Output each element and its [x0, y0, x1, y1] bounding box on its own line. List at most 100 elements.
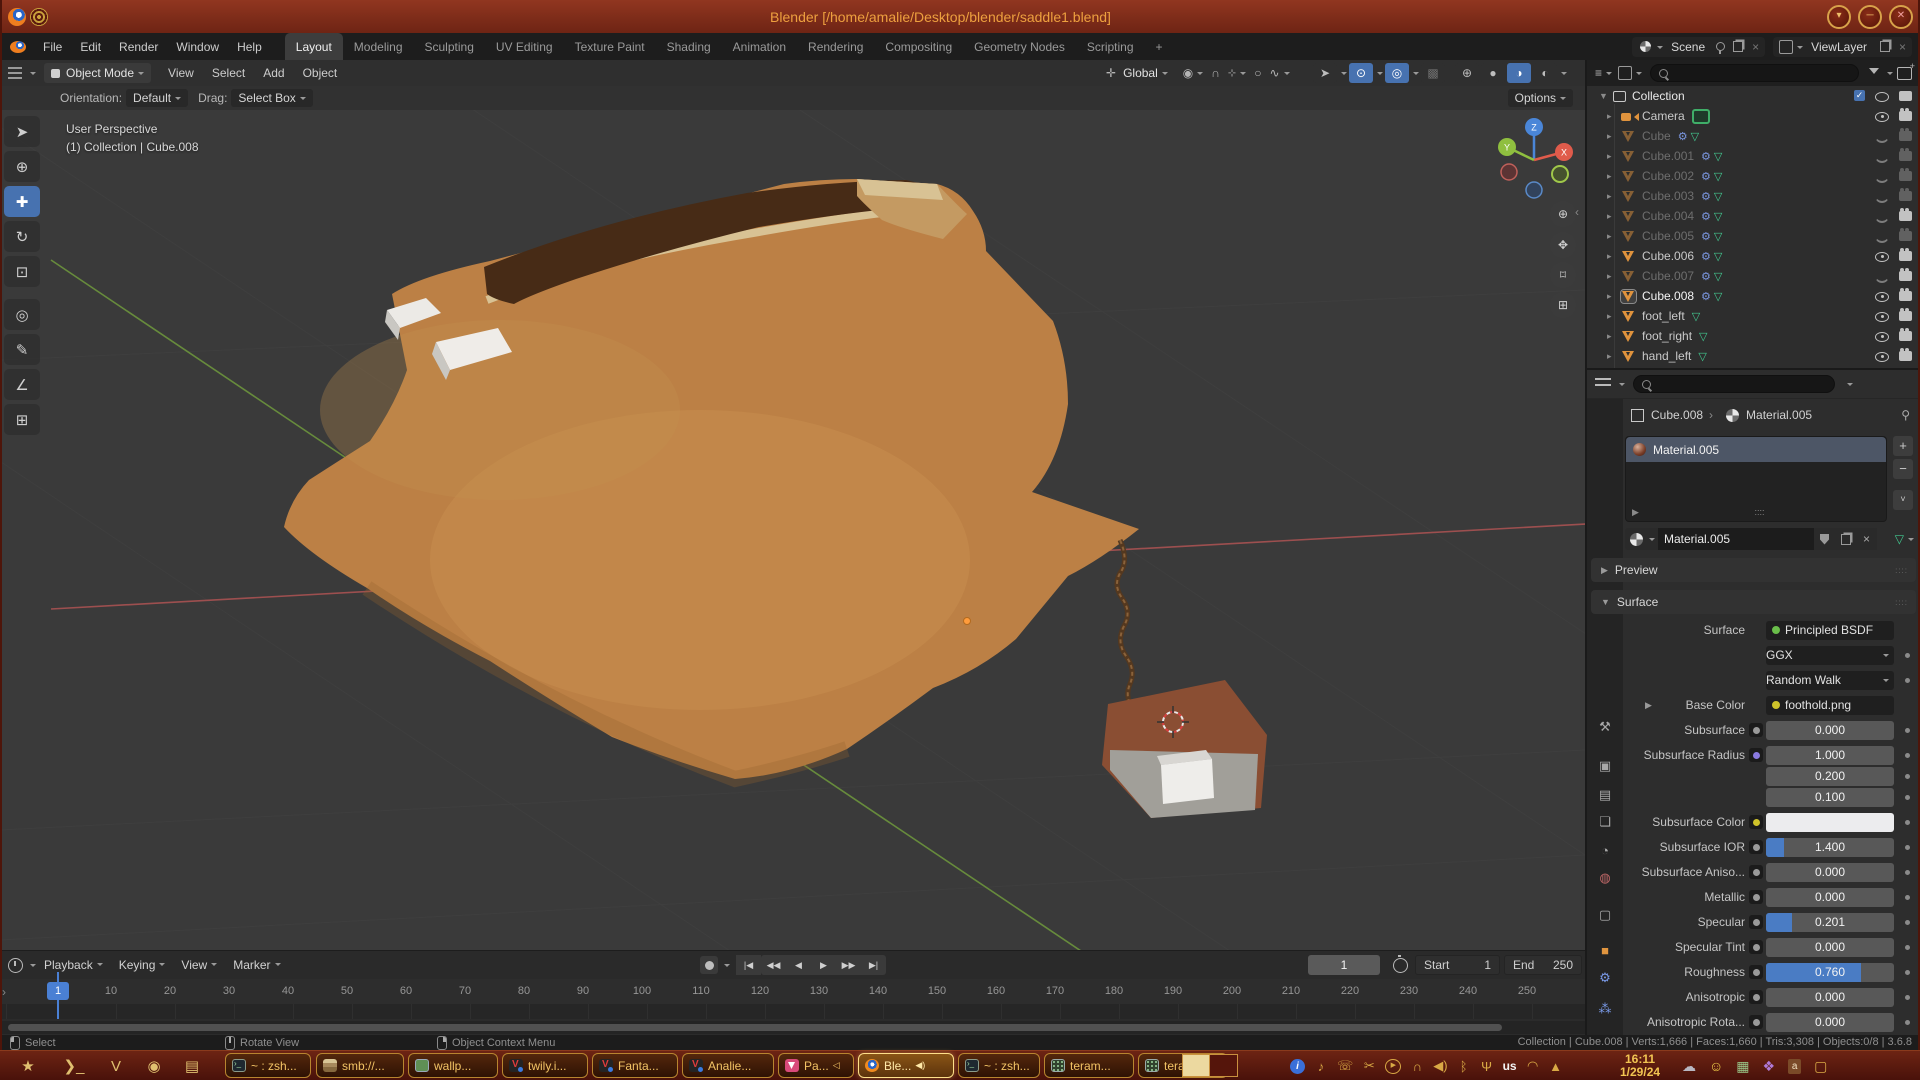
rendered-shading-icon[interactable]: ◐	[1533, 63, 1557, 83]
property-row[interactable]: ▶ Roughness 0.760	[1623, 962, 1920, 982]
use-preview-range-icon[interactable]	[1393, 958, 1408, 973]
hide-eye-icon[interactable]	[1875, 234, 1889, 243]
hide-eye-icon[interactable]	[1875, 174, 1889, 183]
animate-dot-icon[interactable]	[1905, 995, 1910, 1000]
ortho-grid-icon[interactable]: ⊞	[1550, 292, 1576, 318]
link-mesh-icon[interactable]: ▽	[1895, 532, 1904, 546]
property-row[interactable]: ▶ Subsurface IOR 1.400	[1623, 837, 1920, 857]
auto-key-record-icon[interactable]	[700, 956, 718, 974]
outliner-row[interactable]: ▸ Cube.006 ⚙ ▽	[1587, 246, 1920, 266]
property-row[interactable]: ▶ Anisotropic Rota... 0.000	[1623, 1012, 1920, 1032]
tray-icon[interactable]: i	[1290, 1059, 1305, 1074]
transport-button[interactable]: ◀◀	[761, 955, 786, 975]
hide-eye-icon[interactable]	[1875, 194, 1889, 203]
expand-arrow-icon[interactable]: ▸	[1607, 211, 1621, 222]
render-visibility-icon[interactable]	[1899, 91, 1912, 101]
material-slot-list[interactable]: Material.005 ▶ ::::	[1625, 436, 1887, 522]
current-frame-marker[interactable]: 1	[47, 982, 69, 1000]
unlink-material-icon[interactable]: ×	[1856, 528, 1877, 550]
outliner-row[interactable]: ▸ Cube.005 ⚙ ▽	[1587, 226, 1920, 246]
zoom-icon[interactable]: ⊕	[1550, 201, 1576, 227]
property-row[interactable]: ▶ GGX	[1623, 645, 1920, 665]
mode-dropdown[interactable]: Object Mode	[44, 63, 151, 83]
workspace-tab[interactable]: Shading	[656, 33, 722, 60]
expand-arrow-icon[interactable]: ▸	[1607, 111, 1621, 122]
tray-icon[interactable]: ▢	[1814, 1058, 1827, 1075]
material-name-field[interactable]: Material.005	[1658, 528, 1814, 550]
hide-eye-icon[interactable]	[1875, 252, 1889, 262]
editor-clock-icon[interactable]	[8, 958, 23, 973]
property-field[interactable]: 0.000	[1766, 863, 1894, 882]
animate-dot-icon[interactable]	[1905, 653, 1910, 658]
tray-icon[interactable]: ✂	[1362, 1058, 1376, 1074]
animate-dot-icon[interactable]	[1905, 845, 1910, 850]
solid-shading-icon[interactable]: ●	[1481, 63, 1505, 83]
properties-tab[interactable]: ⚙	[1587, 965, 1623, 991]
menu-item[interactable]: Render	[110, 40, 167, 54]
animate-dot-icon[interactable]	[1905, 945, 1910, 950]
property-field[interactable]: 0.100	[1766, 788, 1894, 807]
tray-icon[interactable]: ᛒ	[1457, 1059, 1471, 1074]
copy-icon[interactable]	[1880, 41, 1890, 52]
tray-icon[interactable]: Ψ	[1480, 1059, 1494, 1074]
taskbar-window-button[interactable]: Fanta...	[592, 1053, 678, 1078]
properties-tab[interactable]: ▤	[1587, 782, 1623, 808]
property-field[interactable]: 1.000	[1766, 746, 1894, 765]
editor-type-button[interactable]	[8, 67, 22, 79]
material-slot-item[interactable]: Material.005	[1626, 437, 1886, 462]
taskbar-window-button[interactable]: Pa...	[778, 1053, 854, 1078]
hide-eye-icon[interactable]	[1875, 92, 1889, 102]
viewport-tool-button[interactable]: ➤	[4, 116, 40, 147]
hide-eye-icon[interactable]	[1875, 112, 1889, 122]
hide-eye-icon[interactable]	[1875, 134, 1889, 143]
render-visibility-icon[interactable]	[1899, 131, 1912, 141]
hide-eye-icon[interactable]	[1875, 214, 1889, 223]
keyframe-strip[interactable]	[0, 1004, 1585, 1019]
workspace-tab[interactable]: Rendering	[797, 33, 874, 60]
property-row[interactable]: ▶ Subsurface 0.000	[1623, 720, 1920, 740]
collapse-arrow-icon[interactable]: ▼	[1599, 91, 1613, 101]
render-visibility-icon[interactable]	[1899, 251, 1912, 261]
viewport-tool-button[interactable]: ⊞	[4, 404, 40, 435]
render-visibility-icon[interactable]	[1899, 271, 1912, 281]
outliner-row[interactable]: ▸ Cube.002 ⚙ ▽	[1587, 166, 1920, 186]
view-layer-selector[interactable]: ViewLayer ×	[1773, 37, 1912, 57]
animate-dot-icon[interactable]	[1905, 895, 1910, 900]
expand-arrow-icon[interactable]: ▸	[1607, 191, 1621, 202]
property-field[interactable]: Random Walk	[1766, 671, 1894, 690]
hide-eye-icon[interactable]	[1875, 312, 1889, 322]
property-field[interactable]: 0.200	[1766, 767, 1894, 786]
unlink-icon[interactable]: ×	[1899, 40, 1906, 54]
new-collection-icon[interactable]	[1897, 67, 1912, 80]
property-row[interactable]: ▶ Subsurface Radius 1.000	[1623, 745, 1920, 765]
tray-icon[interactable]: ▶	[1385, 1059, 1401, 1074]
render-visibility-icon[interactable]	[1899, 171, 1912, 181]
transform-orientation-dropdown[interactable]: Global	[1116, 63, 1175, 83]
outliner-row[interactable]: ▸ hand_left ⚙ ▽	[1587, 346, 1920, 366]
expand-arrow-icon[interactable]: ▸	[1607, 171, 1621, 182]
surface-panel-header[interactable]: ▼Surface::::	[1591, 590, 1916, 614]
workspace-tab[interactable]: +	[1145, 33, 1174, 60]
header-menu-item[interactable]: Select	[203, 66, 254, 80]
properties-tab[interactable]: ◍	[1587, 865, 1623, 891]
viewport-tool-button[interactable]: ⊡	[4, 256, 40, 287]
hide-eye-icon[interactable]	[1875, 332, 1889, 342]
show-overlays-icon[interactable]: ◎	[1385, 63, 1409, 83]
taskbar-window-button[interactable]: wallp...	[408, 1053, 498, 1078]
timeline-menu-item[interactable]: Marker	[225, 958, 288, 972]
taskbar-window-button[interactable]: ~ : zsh...	[225, 1053, 311, 1078]
properties-tab[interactable]: ❏	[1587, 809, 1623, 835]
hide-eye-icon[interactable]	[1875, 154, 1889, 163]
options-button[interactable]: Options	[1508, 89, 1573, 107]
timeline-ruler[interactable]: › 10203040506070809010011012013014015016…	[0, 979, 1585, 1004]
socket-icon[interactable]	[1749, 940, 1763, 954]
timeline-menu-item[interactable]: Keying	[111, 958, 174, 972]
tray-icon[interactable]: ☺	[1709, 1058, 1723, 1074]
expand-arrow-icon[interactable]: ▸	[1607, 131, 1621, 142]
expand-arrow-icon[interactable]: ▸	[1607, 251, 1621, 262]
outliner-row[interactable]: ▸ Camera ⚙ ▽	[1587, 106, 1920, 126]
properties-tab[interactable]: ■	[1587, 937, 1623, 963]
render-visibility-icon[interactable]	[1899, 351, 1912, 361]
workspace-tab[interactable]: Modeling	[343, 33, 414, 60]
animate-dot-icon[interactable]	[1905, 820, 1910, 825]
